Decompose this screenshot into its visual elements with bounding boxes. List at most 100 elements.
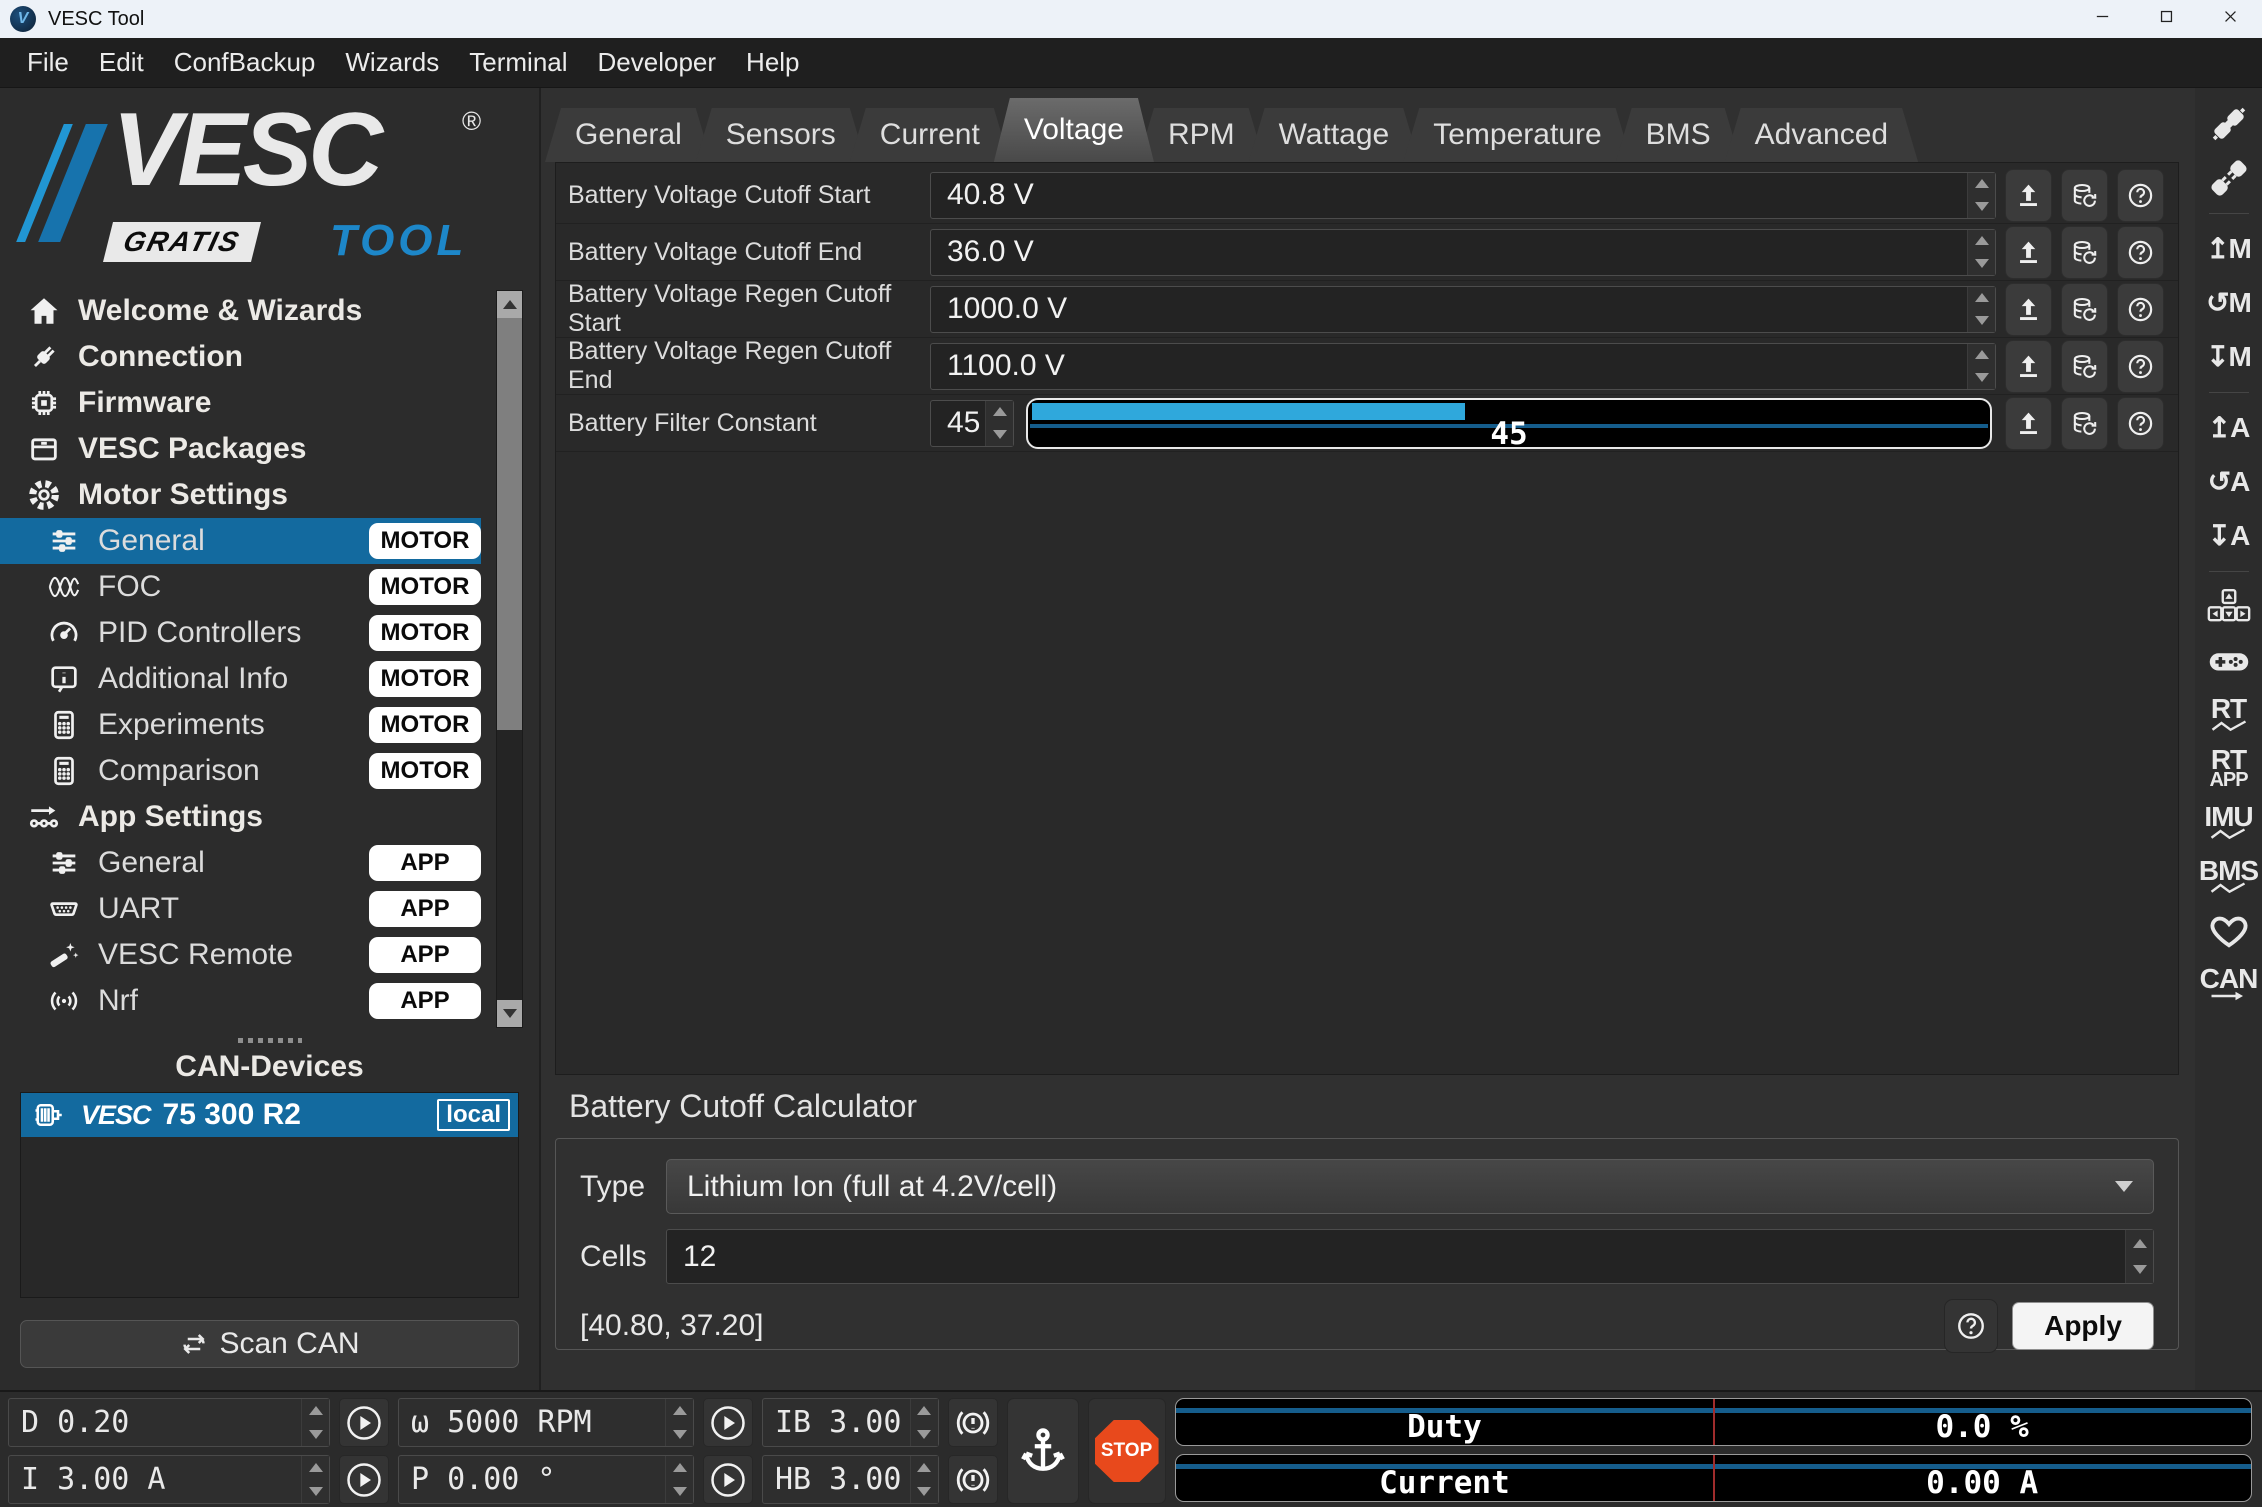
param-slider[interactable]: 45 xyxy=(1026,398,1992,449)
keyboard-control-button[interactable] xyxy=(2207,585,2251,629)
spin-buttons[interactable] xyxy=(665,1456,693,1503)
run-duty-button[interactable] xyxy=(339,1398,389,1447)
scrollbar-handle[interactable] xyxy=(497,318,522,730)
sidebar-item[interactable]: VESC Packages xyxy=(0,426,481,472)
spin-down-icon[interactable] xyxy=(1968,252,1995,275)
sidebar-item[interactable]: General MOTOR xyxy=(0,518,481,564)
brake-current-button[interactable] xyxy=(948,1398,998,1447)
help-button[interactable] xyxy=(2117,283,2164,336)
param-value-field[interactable]: 1000.0 V xyxy=(930,286,1996,333)
help-button[interactable] xyxy=(2117,397,2164,450)
sidebar-item[interactable]: Connection xyxy=(0,334,481,380)
menu-item[interactable]: Terminal xyxy=(454,38,582,87)
maximize-button[interactable] xyxy=(2134,0,2198,38)
read-default-app-config-button[interactable]: ↧A xyxy=(2208,514,2250,558)
battery-type-select[interactable]: Lithium Ion (full at 4.2V/cell) xyxy=(666,1159,2154,1214)
rt-app-data-button[interactable]: RT APP xyxy=(2209,747,2247,791)
tab[interactable]: RPM xyxy=(1138,108,1265,162)
spin-buttons[interactable] xyxy=(910,1399,938,1446)
cells-input[interactable]: 12 xyxy=(666,1229,2154,1284)
read-motor-config-button[interactable]: ↺M xyxy=(2206,281,2251,325)
param-value-field[interactable]: 1100.0 V xyxy=(930,343,1996,390)
write-value-button[interactable] xyxy=(2005,340,2052,393)
sidebar-scrollbar[interactable] xyxy=(496,290,523,1028)
divider[interactable] xyxy=(2209,571,2249,572)
gamepad-control-button[interactable] xyxy=(2207,639,2251,683)
spin-buttons[interactable] xyxy=(1967,230,1995,275)
cells-spin-buttons[interactable] xyxy=(2125,1230,2153,1283)
apply-button[interactable]: Apply xyxy=(2012,1302,2154,1350)
help-button[interactable] xyxy=(2117,226,2164,279)
restore-default-button[interactable] xyxy=(2061,340,2108,393)
sidebar-item[interactable]: VESC Remote APP xyxy=(0,932,481,978)
spin-buttons[interactable] xyxy=(301,1399,329,1446)
keep-position-button[interactable] xyxy=(1007,1398,1079,1504)
menu-item[interactable]: Wizards xyxy=(330,38,454,87)
control-field[interactable]: P 0.00 ° xyxy=(398,1455,694,1504)
control-field[interactable]: I 3.00 A xyxy=(8,1455,330,1504)
tab[interactable]: Voltage xyxy=(994,98,1154,162)
write-app-config-button[interactable]: ↥A xyxy=(2208,406,2250,450)
tab[interactable]: BMS xyxy=(1616,108,1741,162)
run-rpm-button[interactable] xyxy=(703,1398,753,1447)
write-value-button[interactable] xyxy=(2005,397,2052,450)
param-value-field[interactable]: 45 xyxy=(930,400,1014,447)
control-field[interactable]: HB 3.00 A xyxy=(762,1455,939,1504)
read-default-motor-config-button[interactable]: ↧M xyxy=(2206,335,2251,379)
control-field[interactable]: ω 5000 RPM xyxy=(398,1398,694,1447)
run-position-button[interactable] xyxy=(703,1455,753,1504)
spin-buttons[interactable] xyxy=(1967,173,1995,218)
control-field[interactable]: D 0.20 xyxy=(8,1398,330,1447)
spin-down-icon[interactable] xyxy=(1968,195,1995,218)
connect-button[interactable] xyxy=(2207,102,2251,146)
run-current-button[interactable] xyxy=(339,1455,389,1504)
sidebar-item[interactable]: Comparison MOTOR xyxy=(0,748,481,794)
tab[interactable]: General xyxy=(545,108,712,162)
scroll-up-button[interactable] xyxy=(497,291,522,318)
spin-buttons[interactable] xyxy=(665,1399,693,1446)
spin-buttons[interactable] xyxy=(1967,344,1995,389)
disconnect-button[interactable] xyxy=(2207,156,2251,200)
scroll-down-button[interactable] xyxy=(497,1000,522,1027)
param-value-field[interactable]: 36.0 V xyxy=(930,229,1996,276)
sidebar-item[interactable]: PID Controllers MOTOR xyxy=(0,610,481,656)
can-forward-button[interactable]: CAN xyxy=(2200,963,2258,1007)
spin-buttons[interactable] xyxy=(985,401,1013,446)
menu-item[interactable]: ConfBackup xyxy=(159,38,331,87)
param-value-field[interactable]: 40.8 V xyxy=(930,172,1996,219)
sidebar-item[interactable]: Firmware xyxy=(0,380,481,426)
stop-button[interactable]: STOP xyxy=(1088,1398,1166,1504)
splitter-handle[interactable] xyxy=(0,1030,539,1050)
menu-item[interactable]: Developer xyxy=(583,38,732,87)
menu-item[interactable]: File xyxy=(12,38,84,87)
sidebar-item[interactable]: Experiments MOTOR xyxy=(0,702,481,748)
menu-item[interactable]: Help xyxy=(731,38,814,87)
help-button[interactable] xyxy=(2117,169,2164,222)
scan-can-button[interactable]: Scan CAN xyxy=(20,1320,519,1368)
sidebar-item[interactable]: UART APP xyxy=(0,886,481,932)
spin-up-icon[interactable] xyxy=(1968,173,1995,196)
divider[interactable] xyxy=(2209,392,2249,393)
sidebar-item[interactable]: Welcome & Wizards xyxy=(0,288,481,334)
restore-default-button[interactable] xyxy=(2061,283,2108,336)
spin-down-icon[interactable] xyxy=(986,423,1013,446)
bms-data-button[interactable]: BMS xyxy=(2199,855,2258,899)
sidebar-item[interactable]: Motor Settings xyxy=(0,472,481,518)
sidebar-item[interactable]: App Settings xyxy=(0,794,481,840)
calculator-help-button[interactable] xyxy=(1944,1299,1998,1353)
tab[interactable]: Wattage xyxy=(1249,108,1420,162)
spin-buttons[interactable] xyxy=(910,1456,938,1503)
sidebar-item[interactable]: FOC MOTOR xyxy=(0,564,481,610)
tab[interactable]: Advanced xyxy=(1725,108,1918,162)
read-app-config-button[interactable]: ↺A xyxy=(2208,460,2250,504)
sidebar-item[interactable]: Additional Info MOTOR xyxy=(0,656,481,702)
restore-default-button[interactable] xyxy=(2061,397,2108,450)
spin-buttons[interactable] xyxy=(301,1456,329,1503)
spin-up-icon[interactable] xyxy=(986,401,1013,424)
write-motor-config-button[interactable]: ↥M xyxy=(2206,227,2251,271)
sidebar-item[interactable]: General APP xyxy=(0,840,481,886)
minimize-button[interactable] xyxy=(2070,0,2134,38)
write-value-button[interactable] xyxy=(2005,169,2052,222)
tab[interactable]: Temperature xyxy=(1403,108,1631,162)
rt-data-button[interactable]: RT xyxy=(2211,693,2247,737)
